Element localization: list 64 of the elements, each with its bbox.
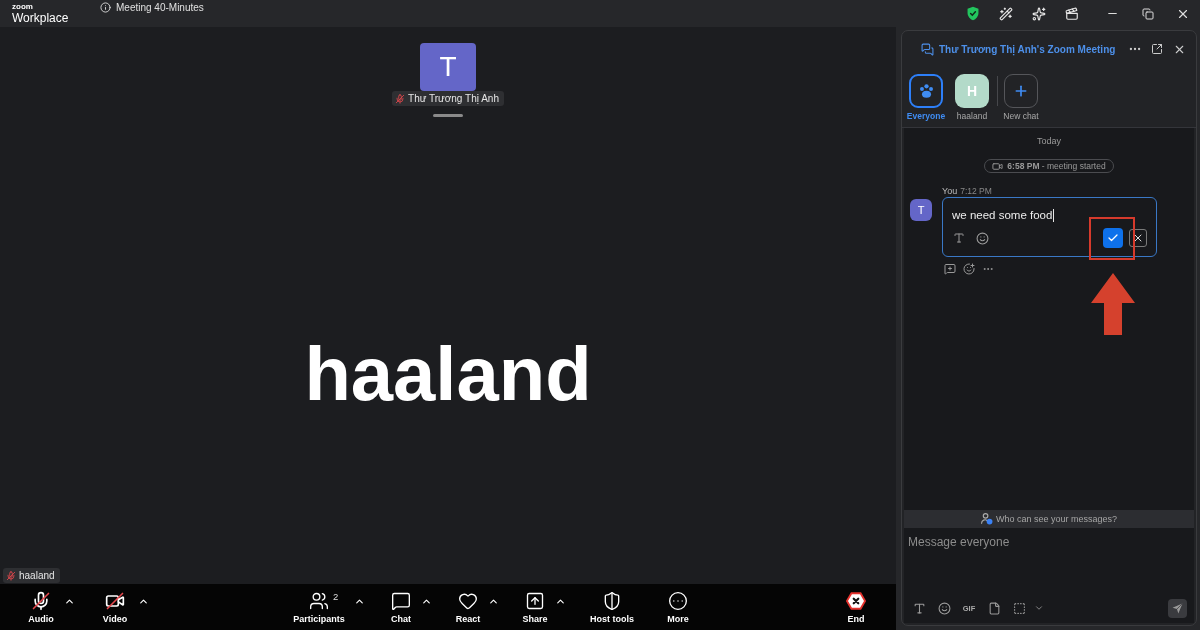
end-button[interactable]: End <box>836 584 876 630</box>
host-tools-button[interactable]: Host tools <box>582 584 642 630</box>
restore-icon[interactable] <box>1141 7 1154 20</box>
person-icon <box>980 513 993 525</box>
product-name: Workplace <box>12 12 69 24</box>
heart-icon <box>458 591 478 611</box>
participant-name: haaland <box>19 570 55 581</box>
message-time: 7:12 PM <box>960 186 992 196</box>
paper-plane-icon <box>1172 602 1183 614</box>
chat-bubble-icon <box>391 591 411 611</box>
check-icon <box>1107 232 1119 244</box>
speaker-name: haaland <box>304 335 592 412</box>
logo-wordmark: zoom <box>12 3 33 11</box>
shield-icon <box>602 591 622 611</box>
plus-icon <box>1013 83 1029 99</box>
chat-button[interactable]: Chat <box>381 584 421 630</box>
meeting-info-label: Meeting 40-Minutes <box>116 2 204 13</box>
recipient-tab[interactable]: H haaland <box>949 74 995 121</box>
info-icon[interactable] <box>100 2 111 13</box>
react-button[interactable]: React <box>448 584 488 630</box>
cancel-edit-button[interactable] <box>1129 229 1147 247</box>
privacy-link[interactable]: Who can see your messages? <box>995 514 1118 524</box>
comment-plus-icon[interactable] <box>944 263 956 275</box>
shield-check-icon[interactable] <box>965 6 980 21</box>
audio-button[interactable]: Audio <box>18 584 64 630</box>
text-format-icon[interactable] <box>953 232 965 244</box>
dashed-square-icon[interactable] <box>1012 601 1026 615</box>
recipient-tab[interactable]: New chat <box>998 74 1044 121</box>
paw-print-icon <box>918 84 934 98</box>
ellipsis-circle-icon <box>668 591 688 611</box>
file-icon[interactable] <box>987 601 1001 615</box>
message-field[interactable]: Message everyone <box>904 528 1194 596</box>
event-text: 6:58 PM - meeting started <box>1007 161 1106 171</box>
participant-name: Thư Trương Thị Anh <box>408 93 499 104</box>
share-button[interactable]: Share <box>515 584 555 630</box>
recipient-tab[interactable]: Everyone <box>903 74 949 121</box>
people-icon <box>309 591 329 611</box>
hexagon-x-icon <box>846 591 866 611</box>
external-link-icon[interactable] <box>1151 43 1163 55</box>
chat-title: Thư Trương Thị Anh's Zoom Meeting <box>939 43 1116 55</box>
text-format-icon[interactable] <box>912 601 926 615</box>
resize-handle[interactable] <box>433 114 463 117</box>
video-button[interactable]: Video <box>92 584 138 630</box>
confirm-edit-button[interactable] <box>1103 228 1123 248</box>
participant-avatar: T <box>420 43 476 91</box>
sender-name: You <box>942 186 958 196</box>
edit-input-field[interactable]: we need some food <box>952 209 1055 222</box>
participants-button[interactable]: 2 Participants <box>284 584 354 630</box>
participant-count: 2 <box>333 591 339 602</box>
emoji-icon[interactable] <box>937 601 951 615</box>
video-camera-icon <box>992 160 1004 172</box>
clapperboard-icon[interactable] <box>1064 6 1079 21</box>
date-divider: Today <box>1037 136 1061 146</box>
smiley-plus-icon[interactable] <box>963 263 975 275</box>
avatar: T <box>910 199 932 221</box>
more-button[interactable]: More <box>658 584 698 630</box>
close-icon <box>1132 232 1144 244</box>
send-button[interactable] <box>1168 598 1187 618</box>
emoji-icon[interactable] <box>976 231 989 245</box>
chat-bubbles-icon <box>921 42 934 56</box>
square-arrow-up-icon <box>525 591 545 611</box>
sparkle-icon[interactable] <box>1031 6 1046 21</box>
magic-wand-icon[interactable] <box>998 6 1013 21</box>
avatar: H <box>955 74 989 108</box>
